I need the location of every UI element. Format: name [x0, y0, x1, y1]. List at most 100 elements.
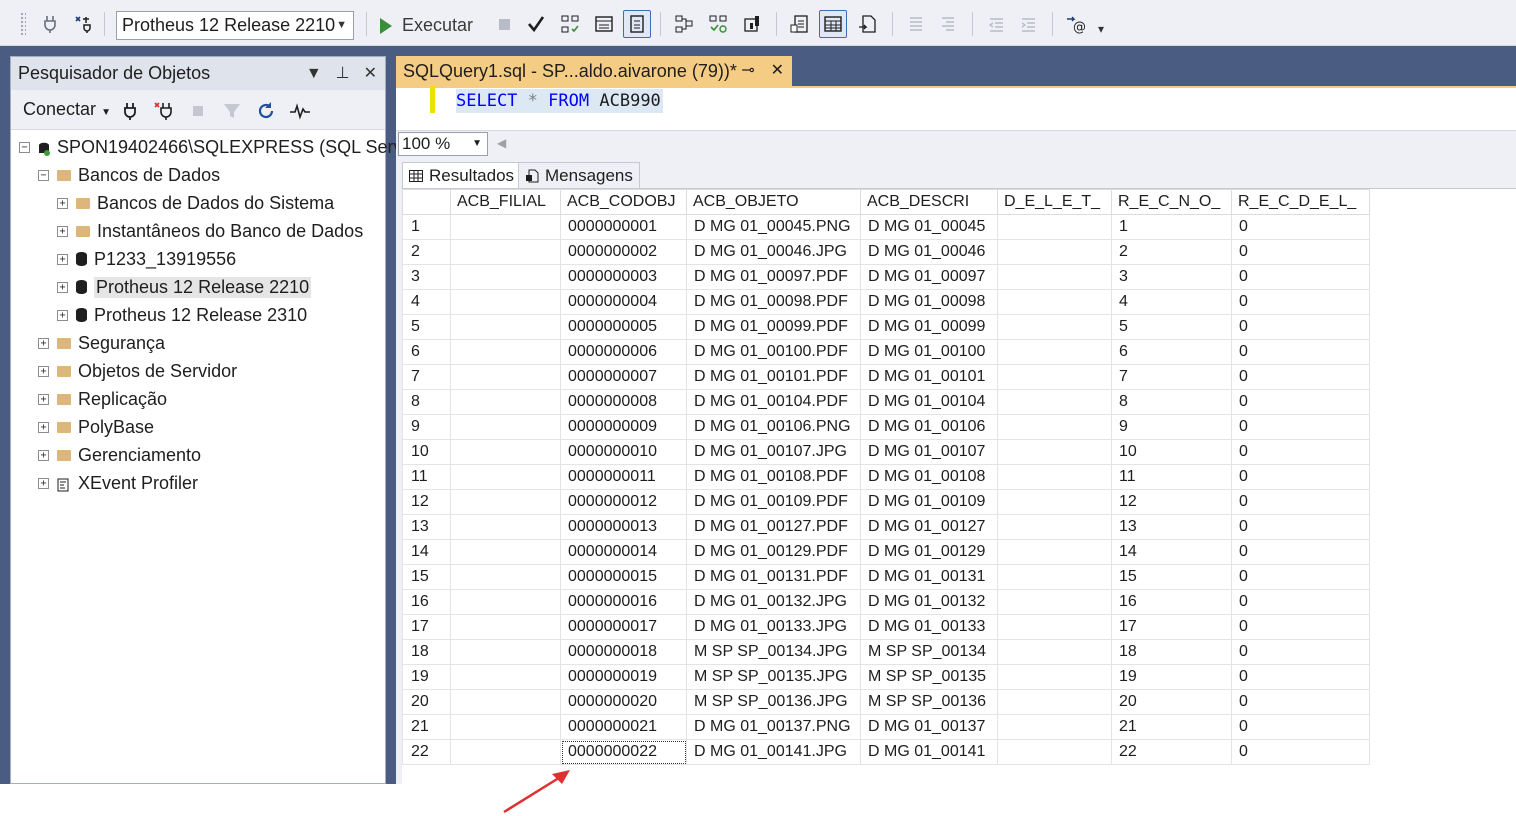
grid-cell[interactable]: D MG 01_00097.PDF	[686, 264, 861, 290]
table-row[interactable]: 11 0000000011 D MG 01_00108.PDF D MG 01_001…	[402, 464, 1370, 490]
table-row[interactable]: 22 0000000022 D MG 01_00141.JPG D MG 01_001…	[402, 739, 1370, 765]
grid-cell[interactable]	[450, 539, 561, 565]
grid-cell[interactable]	[997, 714, 1112, 740]
grid-cell[interactable]	[450, 639, 561, 665]
grid-cell[interactable]: D MG 01_00131.PDF	[686, 564, 861, 590]
grid-cell[interactable]: 20	[1111, 689, 1232, 715]
grid-cell[interactable]: D MG 01_00098.PDF	[686, 289, 861, 315]
grid-cell[interactable]: 0	[1231, 339, 1370, 365]
estimated-plan-icon[interactable]	[556, 10, 584, 38]
expand-icon[interactable]: +	[57, 253, 68, 265]
grid-cell[interactable]: D MG 01_00045	[860, 214, 998, 240]
sql-statement[interactable]: SELECT * FROM ACB990	[456, 89, 663, 113]
row-number-cell[interactable]: 6	[402, 339, 451, 365]
column-header[interactable]: ACB_FILIAL	[450, 189, 561, 215]
table-row[interactable]: 18 0000000018 M SP SP_00134.JPG M SP SP_001…	[402, 639, 1370, 665]
uncomment-lines-icon[interactable]	[934, 10, 962, 38]
grid-cell[interactable]	[450, 739, 561, 765]
row-number-cell[interactable]: 9	[402, 414, 451, 440]
grid-cell[interactable]	[997, 514, 1112, 540]
row-number-cell[interactable]: 3	[402, 264, 451, 290]
stop-icon[interactable]	[490, 10, 518, 38]
grid-cell[interactable]: 0000000021	[560, 714, 687, 740]
close-icon[interactable]: ✕	[364, 57, 377, 90]
grid-cell[interactable]: D MG 01_00104.PDF	[686, 389, 861, 415]
row-number-cell[interactable]: 11	[402, 464, 451, 490]
results-to-text-icon[interactable]	[786, 10, 814, 38]
grid-cell[interactable]	[997, 264, 1112, 290]
row-number-cell[interactable]: 16	[402, 589, 451, 615]
grid-cell[interactable]: 0000000018	[560, 639, 687, 665]
toolbar-grip[interactable]	[20, 12, 26, 36]
grid-cell[interactable]	[450, 414, 561, 440]
activity-monitor-icon[interactable]	[289, 100, 311, 122]
grid-cell[interactable]: 0	[1231, 714, 1370, 740]
pin-icon[interactable]: ⊸	[741, 56, 754, 86]
parse-checkmark-icon[interactable]	[522, 10, 550, 38]
grid-cell[interactable]	[997, 539, 1112, 565]
grid-cell[interactable]	[997, 289, 1112, 315]
grid-cell[interactable]: 1	[1111, 214, 1232, 240]
refresh-icon[interactable]	[255, 100, 277, 122]
grid-cell[interactable]: 0	[1231, 289, 1370, 315]
grid-cell[interactable]: 0	[1231, 564, 1370, 590]
tree-node-xevent-profiler[interactable]: + XEvent Profiler	[38, 470, 198, 496]
table-row[interactable]: 19 0000000019 M SP SP_00135.JPG M SP SP_001…	[402, 664, 1370, 690]
filter-icon[interactable]	[221, 100, 243, 122]
grid-cell[interactable]: 0000000017	[560, 614, 687, 640]
table-row[interactable]: 17 0000000017 D MG 01_00133.JPG D MG 01_001…	[402, 614, 1370, 640]
grid-cell[interactable]: M SP SP_00135	[860, 664, 998, 690]
grid-cell[interactable]: 0	[1231, 439, 1370, 465]
toolbar-overflow-icon[interactable]: ▾	[1098, 22, 1104, 36]
grid-cell[interactable]: 0	[1231, 639, 1370, 665]
table-row[interactable]: 16 0000000016 D MG 01_00132.JPG D MG 01_001…	[402, 589, 1370, 615]
grid-cell[interactable]: 14	[1111, 539, 1232, 565]
tab-messages[interactable]: Mensagens	[518, 162, 640, 188]
grid-cell[interactable]	[450, 239, 561, 265]
grid-cell[interactable]: 0000000019	[560, 664, 687, 690]
grid-cell[interactable]	[450, 614, 561, 640]
grid-cell[interactable]	[450, 564, 561, 590]
grid-cell[interactable]	[997, 739, 1112, 765]
table-row[interactable]: 7 0000000007 D MG 01_00101.PDF D MG 01_0010…	[402, 364, 1370, 390]
grid-cell[interactable]	[450, 714, 561, 740]
grid-cell[interactable]: 0000000016	[560, 589, 687, 615]
grid-cell[interactable]	[450, 489, 561, 515]
grid-cell[interactable]: M SP SP_00134	[860, 639, 998, 665]
grid-cell[interactable]	[450, 339, 561, 365]
comment-lines-icon[interactable]	[902, 10, 930, 38]
column-header[interactable]: R_E_C_D_E_L_	[1231, 189, 1370, 215]
table-row[interactable]: 10 0000000010 D MG 01_00107.JPG D MG 01_001…	[402, 439, 1370, 465]
grid-cell[interactable]: 0	[1231, 689, 1370, 715]
grid-cell[interactable]	[997, 689, 1112, 715]
grid-cell[interactable]: 18	[1111, 639, 1232, 665]
table-row[interactable]: 15 0000000015 D MG 01_00131.PDF D MG 01_001…	[402, 564, 1370, 590]
client-stats-icon[interactable]	[738, 10, 766, 38]
collapse-icon[interactable]: −	[19, 141, 30, 153]
grid-cell[interactable]: D MG 01_00132	[860, 589, 998, 615]
row-number-cell[interactable]: 17	[402, 614, 451, 640]
connect-button[interactable]: Conectar ▼	[23, 99, 111, 120]
grid-cell[interactable]: 0000000002	[560, 239, 687, 265]
grid-cell[interactable]: 0000000011	[560, 464, 687, 490]
grid-cell[interactable]: 7	[1111, 364, 1232, 390]
grid-cell[interactable]: 6	[1111, 339, 1232, 365]
grid-cell[interactable]: 15	[1111, 564, 1232, 590]
grid-cell[interactable]: D MG 01_00108.PDF	[686, 464, 861, 490]
expand-icon[interactable]: +	[38, 337, 49, 349]
table-row[interactable]: 1 0000000001 D MG 01_00045.PNG D MG 01_0004…	[402, 214, 1370, 240]
grid-cell[interactable]: 8	[1111, 389, 1232, 415]
table-row[interactable]: 12 0000000012 D MG 01_00109.PDF D MG 01_001…	[402, 489, 1370, 515]
grid-cell[interactable]: 2	[1111, 239, 1232, 265]
table-row[interactable]: 4 0000000004 D MG 01_00098.PDF D MG 01_0009…	[402, 289, 1370, 315]
expand-icon[interactable]: +	[38, 365, 49, 377]
grid-cell[interactable]: M SP SP_00136	[860, 689, 998, 715]
tree-node-db-p1233[interactable]: + P1233_13919556	[57, 246, 236, 272]
grid-cell[interactable]: 0000000012	[560, 489, 687, 515]
table-row[interactable]: 14 0000000014 D MG 01_00129.PDF D MG 01_001…	[402, 539, 1370, 565]
grid-cell[interactable]: M SP SP_00135.JPG	[686, 664, 861, 690]
collapse-icon[interactable]: −	[38, 169, 49, 181]
tree-node-db-protheus-2210[interactable]: + Protheus 12 Release 2210	[57, 274, 312, 300]
grid-cell[interactable]	[997, 239, 1112, 265]
table-row[interactable]: 6 0000000006 D MG 01_00100.PDF D MG 01_0010…	[402, 339, 1370, 365]
